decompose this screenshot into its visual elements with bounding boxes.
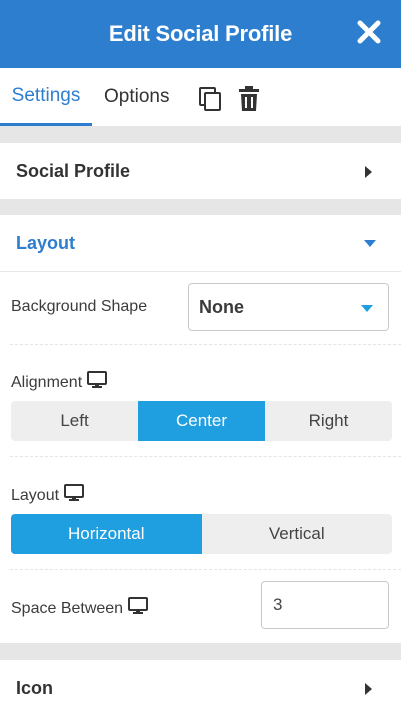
space-between-input[interactable]: 3 xyxy=(261,581,389,629)
background-shape-select[interactable]: None xyxy=(188,283,389,331)
alignment-center-button[interactable]: Center xyxy=(138,401,265,441)
divider xyxy=(10,344,401,345)
input-value: 3 xyxy=(273,595,283,614)
section-social-profile[interactable]: Social Profile xyxy=(0,143,401,199)
divider xyxy=(10,456,401,457)
alignment-segmented-control: Left Center Right xyxy=(11,401,392,441)
alignment-left-button[interactable]: Left xyxy=(11,401,138,441)
section-title: Icon xyxy=(16,677,54,698)
label-text: Background Shape xyxy=(11,298,148,315)
section-separator xyxy=(0,126,401,143)
monitor-icon[interactable] xyxy=(128,597,149,620)
panel-header: Edit Social Profile xyxy=(0,0,401,68)
caret-right-icon xyxy=(365,683,372,695)
layout-horizontal-button[interactable]: Horizontal xyxy=(11,514,202,554)
tab-settings[interactable]: Settings xyxy=(0,68,92,126)
label-text: Space Between xyxy=(11,599,124,617)
alignment-right-button[interactable]: Right xyxy=(265,401,392,441)
monitor-icon[interactable] xyxy=(87,371,108,394)
monitor-icon[interactable] xyxy=(64,484,85,507)
caret-down-icon xyxy=(364,240,376,247)
label-text: Layout xyxy=(11,486,60,504)
tab-bar: Settings Options xyxy=(0,68,401,126)
section-separator xyxy=(0,199,401,215)
section-title: Layout xyxy=(16,232,76,253)
chevron-down-icon xyxy=(361,305,373,312)
divider xyxy=(10,569,401,570)
section-icon[interactable]: Icon xyxy=(0,660,401,712)
section-layout[interactable]: Layout xyxy=(0,215,401,271)
section-separator xyxy=(0,643,401,660)
space-between-label: Space Between xyxy=(11,597,149,620)
section-title: Social Profile xyxy=(16,160,131,181)
background-shape-label: Background Shape xyxy=(11,298,147,316)
label-text: Alignment xyxy=(11,373,83,391)
select-value: None xyxy=(199,296,244,317)
layout-label: Layout xyxy=(11,484,85,507)
divider xyxy=(0,271,401,272)
tab-options[interactable]: Options xyxy=(104,68,169,126)
layout-vertical-button[interactable]: Vertical xyxy=(202,514,393,554)
caret-right-icon xyxy=(365,166,372,178)
close-icon xyxy=(357,20,381,44)
alignment-label: Alignment xyxy=(11,371,108,394)
copy-icon[interactable] xyxy=(198,86,224,117)
trash-icon[interactable] xyxy=(238,86,260,117)
panel-title: Edit Social Profile xyxy=(108,21,293,46)
close-button[interactable] xyxy=(353,14,385,50)
layout-segmented-control: Horizontal Vertical xyxy=(11,514,392,554)
